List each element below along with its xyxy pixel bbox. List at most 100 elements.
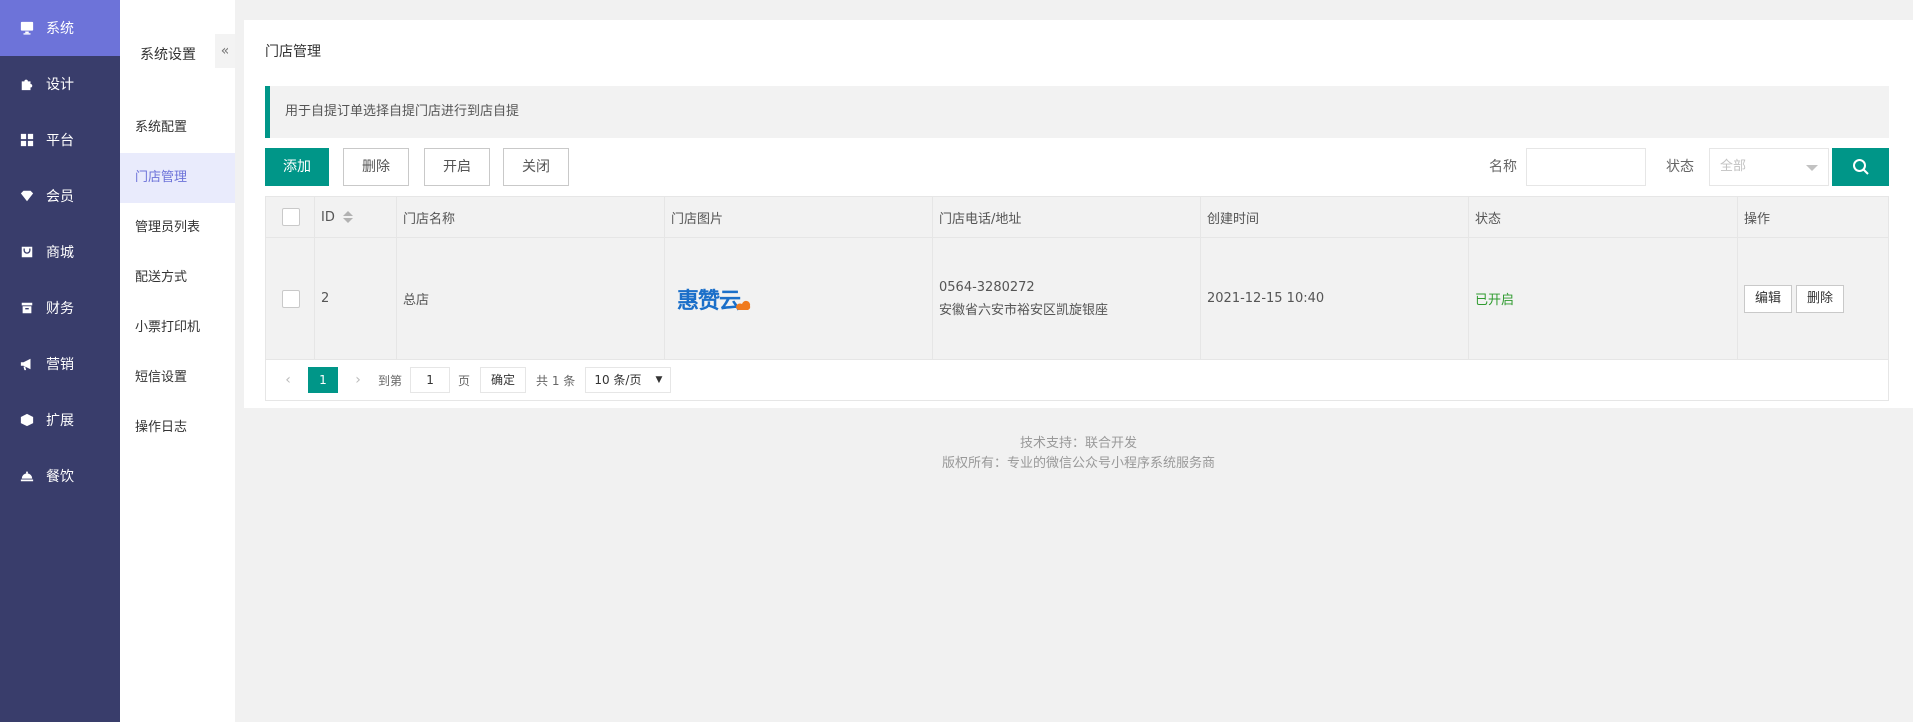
monitor-icon [20,21,34,35]
name-filter-label: 名称 [1489,159,1517,175]
diamond-icon [20,189,34,203]
nav-item-member[interactable]: 会员 [0,168,120,224]
cube-icon [20,413,34,427]
nav-item-extend[interactable]: 扩展 [0,392,120,448]
add-button[interactable]: 添加 [265,148,329,186]
row-actions: 编辑 删除 [1738,238,1888,359]
status-filter-label: 状态 [1666,159,1694,175]
nav-item-system[interactable]: 系统 [0,0,120,56]
shop-icon [20,245,34,259]
select-all-checkbox[interactable] [282,208,300,226]
secondary-nav-header: 系统设置 « [120,0,235,103]
total-count: 共 1 条 [536,373,576,388]
header-contact: 门店电话/地址 [933,197,1201,237]
nav-item-marketing[interactable]: 营销 [0,336,120,392]
cloche-icon [20,469,34,483]
footer-copyright: 版权所有：专业的微信公众号小程序系统服务商 [941,456,1215,471]
info-tip: 用于自提订单选择自提门店进行到店自提 [265,86,1889,138]
footer: 技术支持：联合开发 版权所有：专业的微信公众号小程序系统服务商 [244,434,1913,474]
subnav-item-admin-list[interactable]: 管理员列表 [120,203,235,253]
nav-item-catering[interactable]: 餐饮 [0,448,120,504]
subnav-item-logs[interactable]: 操作日志 [120,403,235,453]
chevron-down-icon [1806,165,1818,171]
page-title: 门店管理 [265,44,321,60]
header-status: 状态 [1469,197,1738,237]
nav-item-label: 财务 [46,301,74,317]
row-status-cell: 已开启 [1469,238,1738,359]
page-size-value: 10 条/页 [594,373,642,387]
status-filter-value: 全部 [1720,159,1747,174]
goto-page-input[interactable] [410,367,451,393]
header-image: 门店图片 [665,197,933,237]
finance-icon [20,301,34,315]
toolbar: 添加 删除 开启 关闭 名称 状态 全部 [265,148,1889,186]
header-id-label: ID [321,209,335,225]
row-checkbox-cell [266,238,315,359]
store-image: 惠赞云 [677,283,752,315]
header-checkbox-cell [266,197,315,237]
caret-down-icon: ▼ [655,375,663,385]
puzzle-icon [20,77,34,91]
sort-icon[interactable] [342,211,353,223]
header-actions: 操作 [1744,211,1771,227]
nav-item-shop[interactable]: 商城 [0,224,120,280]
primary-nav: 系统 设计 平台 会员 商城 财务 营销 扩展 餐饮 [0,0,120,722]
delete-button[interactable]: 删除 [343,148,409,186]
header-created: 创建时间 [1201,197,1469,237]
status-filter-select[interactable]: 全部 [1709,148,1829,186]
prev-page-button[interactable]: ‹ [278,372,298,388]
row-delete-button[interactable]: 删除 [1796,284,1845,313]
store-logo-text: 惠赞云 [677,288,741,314]
secondary-nav-title: 系统设置 [140,47,196,63]
edit-button[interactable]: 编辑 [1744,284,1793,313]
nav-item-platform[interactable]: 平台 [0,112,120,168]
subnav-item-system-config[interactable]: 系统配置 [120,103,235,153]
nav-item-label: 系统 [46,21,74,37]
pagination: ‹ 1 › 到第 页 确定 共 1 条 10 条/页 ▼ [266,360,1888,400]
subnav-item-delivery[interactable]: 配送方式 [120,253,235,303]
secondary-nav: 系统设置 « 系统配置 门店管理 管理员列表 配送方式 小票打印机 短信设置 操… [120,0,235,722]
top-bar [235,0,1913,12]
name-filter-input[interactable] [1526,148,1646,186]
header-name: 门店名称 [397,197,665,237]
cloud-logo-icon [736,300,751,310]
nav-item-label: 餐饮 [46,469,74,485]
nav-item-label: 平台 [46,133,74,149]
next-page-button[interactable]: › [348,372,368,388]
subnav-item-sms[interactable]: 短信设置 [120,353,235,403]
nav-item-label: 设计 [46,77,74,93]
row-checkbox[interactable] [282,289,300,308]
store-phone: 0564-3280272 [939,279,1035,295]
close-button[interactable]: 关闭 [503,148,569,186]
goto-confirm-button[interactable]: 确定 [480,367,527,393]
status-badge: 已开启 [1475,293,1515,308]
open-button[interactable]: 开启 [424,148,490,186]
subnav-item-store-management[interactable]: 门店管理 [120,153,235,203]
header-id[interactable]: ID [315,197,397,237]
subnav-item-printer[interactable]: 小票打印机 [120,303,235,353]
goto-label: 到第 [378,373,403,388]
row-created: 2021-12-15 10:40 [1201,238,1469,359]
megaphone-icon [20,357,34,371]
nav-item-design[interactable]: 设计 [0,56,120,112]
row-image-cell: 惠赞云 [665,238,933,359]
row-id: 2 [315,238,397,359]
nav-item-finance[interactable]: 财务 [0,280,120,336]
current-page[interactable]: 1 [308,367,338,393]
footer-support: 技术支持：联合开发 [1019,436,1137,451]
nav-item-label: 商城 [46,245,74,261]
nav-item-label: 会员 [46,189,74,205]
search-icon [1852,159,1869,175]
grid-icon [20,133,34,147]
table-header-row: ID 门店名称 门店图片 门店电话/地址 创建时间 状态 操作 [266,197,1888,238]
page-size-select[interactable]: 10 条/页 ▼ [585,367,672,393]
main-panel: 门店管理 用于自提订单选择自提门店进行到店自提 添加 删除 开启 关闭 名称 状… [244,20,1913,408]
row-contact: 0564-3280272 安徽省六安市裕安区凯旋银座 [933,238,1201,359]
search-button[interactable] [1832,148,1889,186]
contact-block: 0564-3280272 安徽省六安市裕安区凯旋银座 [939,280,1108,318]
store-table: ID 门店名称 门店图片 门店电话/地址 创建时间 状态 操作 2 总店 惠赞云 [265,196,1889,401]
collapse-sidebar-button[interactable]: « [215,34,235,68]
page-unit-label: 页 [458,373,471,388]
store-address: 安徽省六安市裕安区凯旋银座 [939,302,1109,318]
row-name: 总店 [397,238,665,359]
